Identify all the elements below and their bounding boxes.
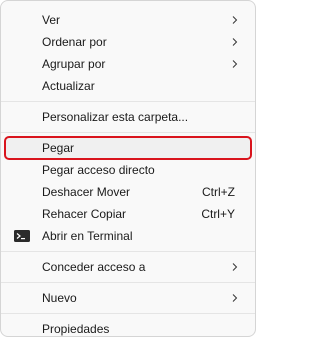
menu-item-label: Pegar acceso directo (42, 163, 155, 177)
menu-item-label: Pegar (42, 141, 75, 155)
chevron-right-icon (232, 16, 238, 24)
menu-separator (1, 282, 255, 283)
menu-item-pegar-acceso-directo[interactable]: Pegar acceso directo (5, 159, 251, 181)
menu-item-ver[interactable]: Ver (5, 9, 251, 31)
menu-item-label: Nuevo (42, 291, 77, 305)
menu-separator (1, 101, 255, 102)
menu-item-label: Ver (42, 13, 61, 27)
menu-item-actualizar[interactable]: Actualizar (5, 75, 251, 97)
menu-item-label: Abrir en Terminal (42, 229, 133, 243)
menu-item-shortcut: Ctrl+Y (201, 207, 235, 221)
menu-item-abrir-en-terminal[interactable]: Abrir en Terminal (5, 225, 251, 247)
chevron-right-icon (232, 38, 238, 46)
menu-separator (1, 251, 255, 252)
menu-separator (1, 313, 255, 314)
menu-item-conceder-acceso[interactable]: Conceder acceso a (5, 256, 251, 278)
chevron-right-icon (232, 263, 238, 271)
menu-item-ordenar-por[interactable]: Ordenar por (5, 31, 251, 53)
menu-item-label: Rehacer Copiar (42, 207, 127, 221)
menu-item-propiedades[interactable]: Propiedades (5, 318, 251, 340)
menu-item-label: Ordenar por (42, 35, 107, 49)
terminal-icon (14, 230, 30, 242)
menu-separator (1, 132, 255, 133)
context-menu: Ver Ordenar por Agrupar por Actualizar P… (0, 0, 256, 337)
menu-item-deshacer-mover[interactable]: Deshacer Mover Ctrl+Z (5, 181, 251, 203)
menu-item-label: Actualizar (42, 79, 95, 93)
menu-item-label: Agrupar por (42, 57, 106, 71)
menu-item-personalizar-carpeta[interactable]: Personalizar esta carpeta... (5, 106, 251, 128)
menu-item-rehacer-copiar[interactable]: Rehacer Copiar Ctrl+Y (5, 203, 251, 225)
chevron-right-icon (232, 60, 238, 68)
menu-item-agrupar-por[interactable]: Agrupar por (5, 53, 251, 75)
chevron-right-icon (232, 294, 238, 302)
menu-item-nuevo[interactable]: Nuevo (5, 287, 251, 309)
menu-item-label: Personalizar esta carpeta... (42, 110, 189, 124)
menu-item-pegar[interactable]: Pegar (4, 136, 252, 160)
menu-item-label: Deshacer Mover (42, 185, 131, 199)
menu-item-label: Propiedades (42, 322, 110, 336)
menu-item-shortcut: Ctrl+Z (202, 185, 235, 199)
menu-item-label: Conceder acceso a (42, 260, 146, 274)
